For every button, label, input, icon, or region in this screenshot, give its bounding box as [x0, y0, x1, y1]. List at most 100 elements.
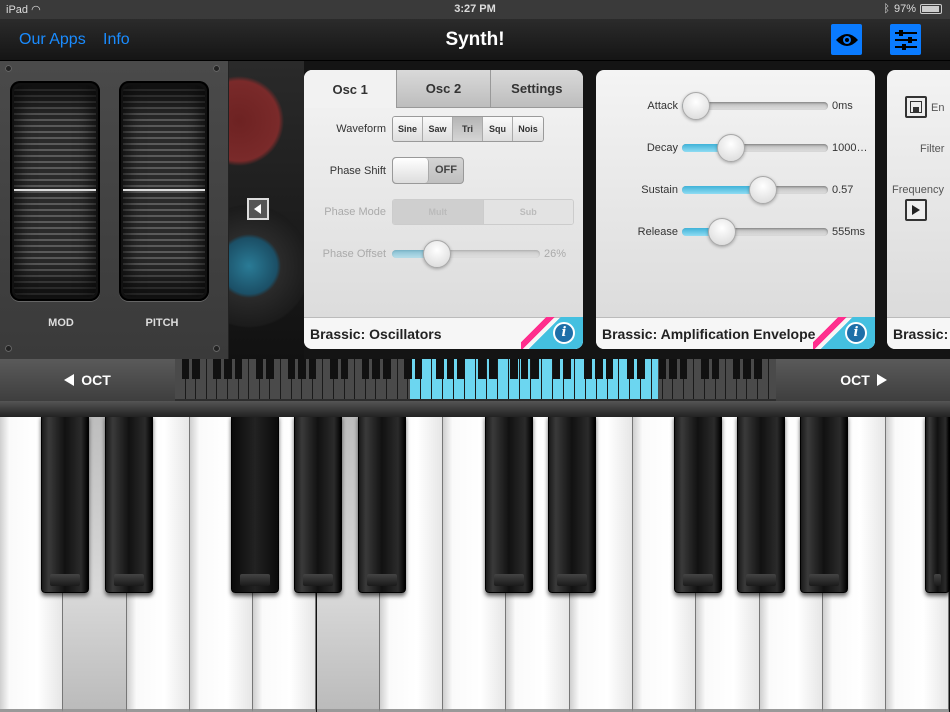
- card-footer: Brassic: Oscillators i: [304, 317, 583, 349]
- mini-black-key: [552, 359, 561, 379]
- sliders-icon: [894, 29, 917, 50]
- right-triangle-icon: [876, 374, 887, 386]
- phase-mode-sub[interactable]: Sub: [482, 200, 573, 224]
- mini-black-key: [594, 359, 603, 379]
- mini-black-key: [711, 359, 720, 379]
- octave-down-button[interactable]: OCT: [0, 359, 175, 401]
- mini-black-key: [478, 359, 486, 379]
- mini-black-key: [361, 359, 370, 379]
- filter-card-partial: En Filter Frequency Brassic:: [887, 70, 950, 349]
- black-key[interactable]: [485, 415, 533, 593]
- pitch-label: PITCH: [145, 317, 179, 329]
- envelope-param-value: 555ms: [832, 226, 866, 238]
- waveform-tri[interactable]: Tri: [453, 117, 483, 141]
- scroll-left-button[interactable]: [247, 198, 269, 220]
- screw: [213, 65, 220, 72]
- waveform-saw[interactable]: Saw: [423, 117, 453, 141]
- envelope-row: Sustain 0.57: [596, 176, 875, 204]
- filter-label: Filter: [920, 143, 945, 155]
- mini-black-key: [192, 359, 200, 379]
- module-panels: Osc 1 Osc 2 Settings Waveform Sine Saw T…: [229, 61, 950, 359]
- phase-offset-value: 26%: [544, 248, 567, 260]
- mini-black-key: [298, 359, 306, 379]
- envelope-slider[interactable]: [682, 92, 828, 120]
- battery-icon: [920, 4, 942, 14]
- mini-black-key: [679, 359, 688, 379]
- mini-black-key: [234, 359, 243, 379]
- battery-percent: 97%: [893, 3, 916, 15]
- tab-osc-1[interactable]: Osc 1: [304, 70, 398, 108]
- black-key[interactable]: [548, 415, 596, 593]
- black-key[interactable]: [674, 415, 722, 593]
- envelope-slider[interactable]: [682, 134, 828, 162]
- octave-down-label: OCT: [81, 372, 111, 388]
- mini-black-key: [329, 359, 338, 379]
- mini-black-key: [669, 359, 677, 379]
- pitch-wheel[interactable]: [119, 81, 209, 301]
- envelope-param-value: 0ms: [832, 100, 853, 112]
- envelope-row: Decay 1000…: [596, 134, 875, 162]
- mini-black-key: [446, 359, 455, 379]
- waveform-label: Waveform: [336, 123, 386, 135]
- phase-mode-mult[interactable]: Mult: [393, 200, 483, 224]
- envelope-param-label: Decay: [646, 142, 678, 154]
- black-key[interactable]: [358, 415, 406, 593]
- info-icon[interactable]: i: [553, 322, 575, 344]
- phase-shift-value: OFF: [435, 164, 457, 176]
- nav-bar: Our Apps Info Synth!: [0, 19, 950, 61]
- black-key[interactable]: [737, 415, 785, 593]
- mini-black-key: [308, 359, 317, 379]
- phase-shift-label: Phase Shift: [329, 164, 386, 177]
- black-key[interactable]: [800, 415, 848, 593]
- mini-black-key: [753, 359, 762, 379]
- black-key[interactable]: [925, 415, 950, 593]
- waveform-sine[interactable]: Sine: [393, 117, 423, 141]
- mini-black-key: [404, 359, 412, 379]
- envelope-row: Attack 0ms: [596, 92, 875, 120]
- black-key[interactable]: [231, 415, 279, 593]
- mini-black-key: [658, 359, 667, 379]
- tab-osc-2[interactable]: Osc 2: [397, 70, 491, 108]
- mini-black-key: [255, 359, 264, 379]
- mod-wheel[interactable]: [10, 81, 100, 301]
- phase-shift-toggle[interactable]: OFF: [392, 157, 464, 184]
- mini-black-key: [213, 359, 221, 379]
- eye-icon: [835, 33, 858, 46]
- black-key[interactable]: [41, 415, 89, 593]
- phase-offset-slider[interactable]: [392, 240, 540, 268]
- mini-black-key: [531, 359, 539, 379]
- waveform-squ[interactable]: Squ: [483, 117, 513, 141]
- oscillators-title: Brassic: Oscillators: [310, 325, 442, 342]
- envelope-slider[interactable]: [682, 218, 828, 246]
- partial-label: En: [931, 102, 945, 114]
- synth-app: iPad ◠ 3:27 PM ᛒ 97% Our Apps Info Synth…: [0, 0, 950, 712]
- partial-title: Brassic:: [893, 325, 949, 342]
- play-icon: [912, 205, 920, 215]
- phase-mode-selector: Mult Sub: [392, 199, 574, 225]
- left-arrow-icon: [254, 204, 261, 214]
- black-key[interactable]: [105, 415, 153, 593]
- mini-white-key: [768, 359, 776, 399]
- envelope-slider[interactable]: [682, 176, 828, 204]
- screw: [5, 345, 12, 352]
- mini-keyboard-overview[interactable]: [175, 359, 776, 401]
- mini-black-key: [382, 359, 391, 379]
- screw: [213, 345, 220, 352]
- amp-envelope-card: Attack 0ms Decay 1000… Sustain 0.57 Release 555…: [596, 70, 875, 349]
- view-toggle-button[interactable]: [831, 24, 862, 55]
- octave-up-label: OCT: [840, 372, 870, 388]
- waveform-nois[interactable]: Nois: [513, 117, 543, 141]
- mini-black-key: [563, 359, 571, 379]
- info-icon[interactable]: i: [845, 322, 867, 344]
- mini-black-key: [340, 359, 349, 379]
- tab-settings[interactable]: Settings: [490, 70, 583, 108]
- octave-up-button[interactable]: OCT: [776, 359, 950, 401]
- envelope-param-value: 0.57: [832, 184, 854, 196]
- screw: [5, 65, 12, 72]
- envelope-param-label: Release: [637, 226, 678, 238]
- black-key[interactable]: [294, 415, 342, 593]
- play-button[interactable]: [905, 199, 927, 221]
- settings-button[interactable]: [890, 24, 921, 55]
- save-button[interactable]: [905, 96, 927, 118]
- mini-black-key: [637, 359, 645, 379]
